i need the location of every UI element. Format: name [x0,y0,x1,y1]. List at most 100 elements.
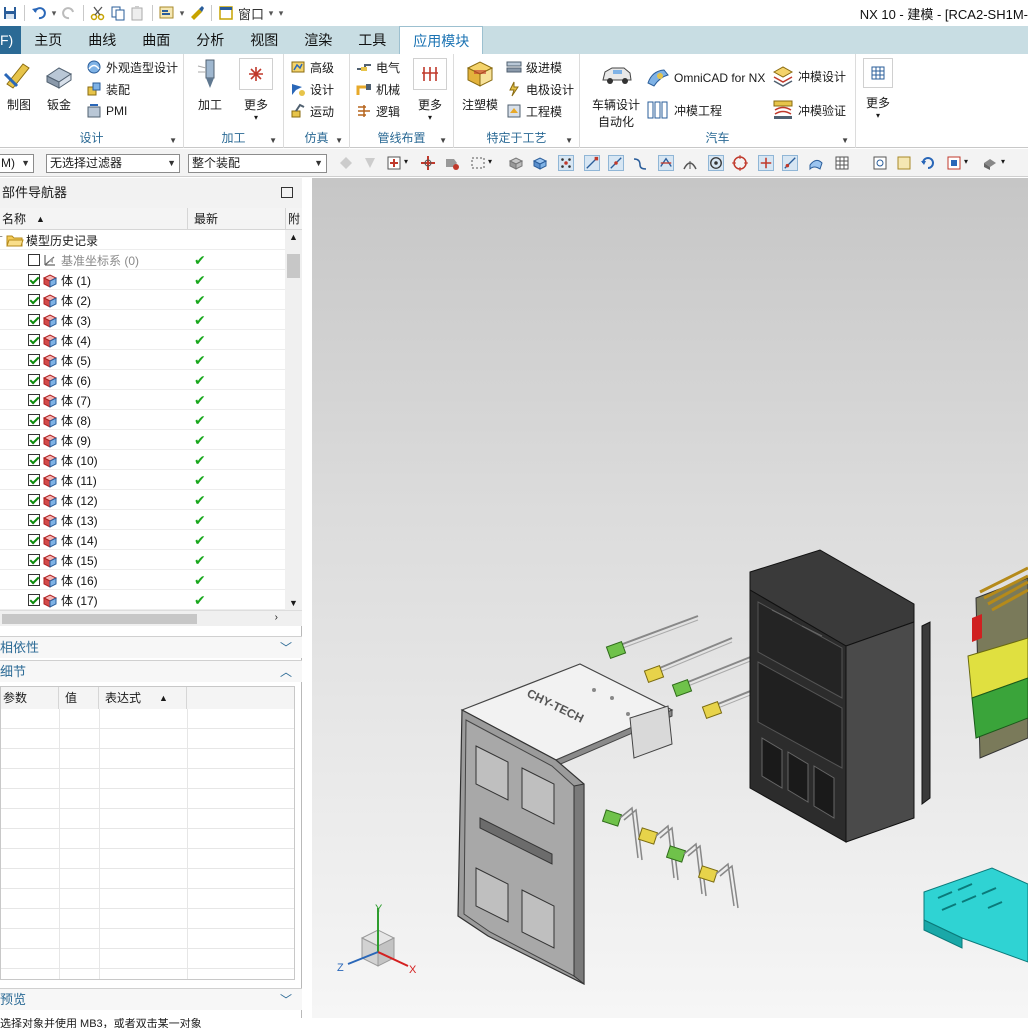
graphics-window[interactable]: CHY-TECH Y X Z [312,178,1028,1018]
arc-center-icon[interactable] [682,155,698,171]
machining-button[interactable]: 加工 [192,58,228,113]
feature-selection-icon[interactable] [362,155,378,171]
mid-point-icon[interactable] [608,155,624,171]
column-expression[interactable]: 表达式 ▲ [99,687,187,709]
visibility-checkbox[interactable] [28,474,40,486]
electrical-button[interactable]: 电气 [356,57,400,77]
tab-render[interactable]: 渲染 [291,26,345,54]
rectangle-select-icon[interactable] [470,155,486,171]
advanced-sim-button[interactable]: 高级 [290,57,334,77]
general-selection-icon[interactable] [338,155,354,171]
filter-dropdown-icon[interactable]: ▾ [404,157,408,166]
visibility-checkbox[interactable] [28,374,40,386]
scroll-down-icon[interactable]: ▼ [289,598,298,608]
group-automotive-dropdown-icon[interactable]: ▼ [841,136,849,145]
design-sim-button[interactable]: 设计 [290,79,334,99]
scrollbar-thumb[interactable] [2,614,197,624]
component-body-icon[interactable] [532,155,548,171]
tree-node-body[interactable]: 体 (15) ✔ [0,550,285,570]
tree-node-body[interactable]: 体 (1) ✔ [0,270,285,290]
pmi-button[interactable]: PMI [86,101,127,121]
tree-node-body[interactable]: 体 (5) ✔ [0,350,285,370]
render-style-dropdown-icon[interactable]: ▾ [1001,157,1005,166]
visibility-checkbox[interactable] [28,554,40,566]
motion-button[interactable]: 运动 [290,101,334,121]
tab-curve[interactable]: 曲线 [75,26,129,54]
assembly-navigator-filter-icon[interactable] [444,155,460,171]
die-validation-button[interactable]: 冲模验证 [772,98,846,122]
existing-point-icon[interactable] [758,155,774,171]
visibility-checkbox[interactable] [28,514,40,526]
column-latest[interactable]: 最新 [188,208,286,230]
visibility-checkbox[interactable] [28,294,40,306]
control-point-icon[interactable] [632,155,648,171]
visibility-checkbox[interactable] [28,534,40,546]
selection-filter-icon[interactable] [386,155,402,171]
sheetmetal-button[interactable]: 钣金 [42,58,76,113]
selection-mode-select[interactable]: M) ▼ [0,154,34,173]
scroll-up-icon[interactable]: ▲ [289,232,298,242]
pcb-assembly[interactable] [967,566,1028,759]
cut-icon[interactable] [88,2,108,24]
tree-node-body[interactable]: 体 (2) ✔ [0,290,285,310]
tree-node-datum[interactable]: 基准坐标系 (0) ✔ [0,250,285,270]
zoom-view-icon[interactable] [896,155,912,171]
tree-node-body[interactable]: 体 (9) ✔ [0,430,285,450]
save-icon[interactable] [0,2,20,24]
snap-icon[interactable] [420,155,436,171]
chevron-up-icon[interactable]: ︿ [280,661,292,683]
manufacturing-more-button[interactable]: 更多 ▾ [236,58,276,122]
die-design-button[interactable]: 冲模设计 [772,64,846,88]
column-param[interactable]: 参数 [1,687,59,709]
visibility-checkbox[interactable] [28,434,40,446]
group-simulation-dropdown-icon[interactable]: ▼ [335,136,343,145]
window-icon[interactable] [216,2,236,24]
visibility-checkbox[interactable] [28,274,40,286]
rectangle-select-dropdown-icon[interactable]: ▾ [488,157,492,166]
selection-scope-select[interactable]: 整个装配 ▼ [188,154,327,173]
model-viewport-canvas[interactable]: CHY-TECH Y X Z [312,178,1028,1018]
undo-dropdown-icon[interactable]: ▾ [49,2,59,24]
bounded-grid-point-icon[interactable] [834,155,850,171]
point-on-curve-icon[interactable] [782,155,798,171]
tree-node-body[interactable]: 体 (11) ✔ [0,470,285,490]
visibility-checkbox[interactable] [28,594,40,606]
visibility-checkbox[interactable] [28,454,40,466]
mechanical-button[interactable]: 机械 [356,79,400,99]
assembly-button[interactable]: 装配 [86,79,130,99]
preview-section[interactable]: 预览 ﹀ [0,988,302,1010]
visibility-checkbox[interactable] [28,314,40,326]
tree-node-body[interactable]: 体 (17) ✔ [0,590,285,610]
redo-icon[interactable] [59,2,79,24]
mold-wizard-button[interactable]: 注塑模 [460,58,500,113]
fit-view-icon[interactable] [872,155,888,171]
tree-node-body[interactable]: 体 (7) ✔ [0,390,285,410]
point-on-surface-icon[interactable] [808,155,824,171]
render-style-icon[interactable] [982,155,998,171]
details-section[interactable]: 细节 ︿ [0,660,302,682]
visibility-checkbox[interactable] [28,494,40,506]
scrollbar-thumb[interactable] [287,254,300,278]
quick-access-customize-icon[interactable]: ▾ [276,2,286,24]
extra-more-button[interactable]: 更多 ▾ [860,58,896,120]
snap-points-icon[interactable] [558,155,574,171]
maximize-icon[interactable] [281,187,293,198]
engineering-die-button[interactable]: 工程模 [506,101,562,121]
dependencies-section[interactable]: 相依性 ﹀ [0,636,302,658]
navigator-horizontal-scrollbar[interactable]: › [0,610,302,626]
end-point-icon[interactable] [584,155,600,171]
group-design-dropdown-icon[interactable]: ▼ [169,136,177,145]
tab-applications[interactable]: 应用模块 [399,26,484,54]
logical-button[interactable]: 逻辑 [356,101,400,121]
vehicle-design-button[interactable]: 车辆设计 自动化 [586,58,646,130]
chevron-down-icon[interactable]: ﹀ [280,637,292,659]
tree-node-body[interactable]: 体 (4) ✔ [0,330,285,350]
collapse-icon[interactable]: ⌐ [0,232,3,243]
group-manufacturing-dropdown-icon[interactable]: ▼ [269,136,277,145]
tab-tools[interactable]: 工具 [345,26,399,54]
window-menu-label[interactable]: 窗口 [236,2,266,24]
column-name[interactable]: 名称 ▲ [0,208,188,230]
visibility-checkbox[interactable] [28,254,40,266]
command-finder-icon[interactable] [157,2,177,24]
copy-icon[interactable] [108,2,128,24]
